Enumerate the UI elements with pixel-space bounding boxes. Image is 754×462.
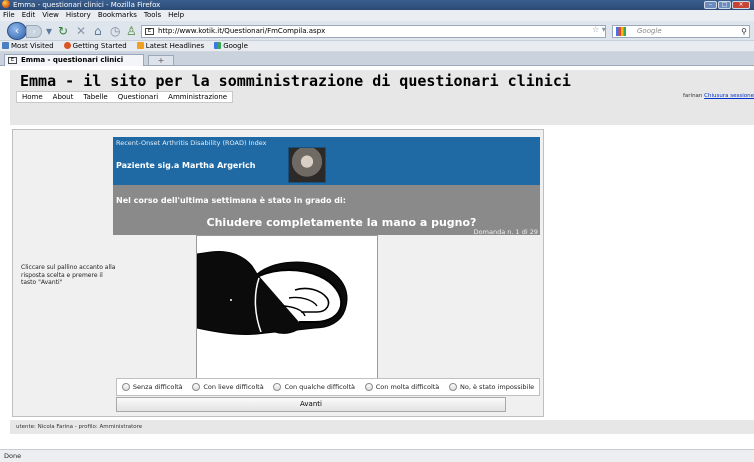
- bookmark-most-visited[interactable]: Most Visited: [2, 41, 54, 51]
- patient-photo: [288, 147, 326, 183]
- option-label: No, è stato impossibile: [460, 383, 535, 391]
- window-title: Emma - questionari clinici - Mozilla Fir…: [13, 1, 161, 9]
- site-favicon-icon: E: [8, 57, 17, 64]
- firefox-icon: [63, 42, 71, 49]
- minimize-button[interactable]: –: [704, 1, 717, 9]
- home-icon[interactable]: ⌂: [94, 24, 102, 38]
- option-qualche-difficolta[interactable]: Con qualche difficoltà: [273, 383, 355, 391]
- bookmark-getting-started[interactable]: Getting Started: [63, 41, 127, 51]
- radio-button[interactable]: [449, 383, 458, 391]
- rss-icon: [136, 42, 144, 49]
- bookmark-label: Latest Headlines: [145, 42, 205, 50]
- stop-icon[interactable]: ✕: [76, 24, 86, 38]
- question-body: Nel corso dell'ultima settimana è stato …: [113, 185, 540, 236]
- radio-button[interactable]: [273, 383, 282, 391]
- username: farinan: [682, 93, 703, 99]
- google-icon: [616, 27, 626, 36]
- window-controls: – □ ×: [704, 1, 750, 9]
- maximize-button[interactable]: □: [718, 1, 731, 9]
- close-button[interactable]: ×: [732, 1, 750, 9]
- most-visited-icon: [2, 42, 9, 49]
- logout-link[interactable]: Chiusura sessione: [704, 93, 754, 99]
- option-molta-difficolta[interactable]: Con molta difficoltà: [364, 383, 440, 391]
- tab-label: Emma - questionari clinici: [21, 56, 124, 64]
- addons-icon[interactable]: ♙: [126, 24, 137, 38]
- menu-help[interactable]: Help: [168, 10, 184, 21]
- bookmark-label: Getting Started: [72, 42, 127, 50]
- navigation-toolbar: ‹ › ▾ ↻ ✕ ⌂ ◷ ♙ E http://www.kotik.it/Qu…: [0, 21, 754, 41]
- bookmark-label: Most Visited: [11, 42, 54, 50]
- tab-emma[interactable]: E Emma - questionari clinici: [4, 54, 144, 66]
- bookmark-label: Google: [223, 42, 248, 50]
- question-lead: Nel corso dell'ultima settimana è stato …: [116, 196, 346, 205]
- reload-icon[interactable]: ↻: [58, 24, 68, 38]
- menu-bookmarks[interactable]: Bookmarks: [98, 10, 137, 21]
- footer-user-info: utente: Nicola Farina - profilo: Amminis…: [10, 420, 754, 434]
- forward-button[interactable]: ›: [26, 25, 42, 38]
- menu-bar: File Edit View History Bookmarks Tools H…: [0, 10, 754, 21]
- radio-button[interactable]: [121, 383, 130, 391]
- nav-amministrazione[interactable]: Amministrazione: [163, 92, 232, 102]
- option-impossibile[interactable]: No, è stato impossibile: [449, 383, 534, 391]
- back-button[interactable]: ‹: [7, 22, 27, 40]
- next-button[interactable]: Avanti: [116, 397, 506, 412]
- menu-edit[interactable]: Edit: [22, 10, 36, 21]
- new-tab-button[interactable]: +: [148, 55, 174, 65]
- radio-button[interactable]: [192, 383, 201, 391]
- url-text: http://www.kotik.it/Questionari/FmCompil…: [158, 27, 326, 35]
- question-counter: Domanda n. 1 di 29: [473, 228, 538, 236]
- nav-tabelle[interactable]: Tabelle: [78, 92, 112, 102]
- history-icon[interactable]: ◷: [110, 24, 120, 38]
- google-icon: [214, 42, 222, 49]
- page-content: Emma - il sito per la somministrazione d…: [0, 66, 754, 449]
- instructions-text: Cliccare sul pallino accanto alla rispos…: [21, 264, 116, 286]
- radio-button[interactable]: [364, 383, 373, 391]
- firefox-icon: [2, 0, 10, 8]
- menu-view[interactable]: View: [42, 10, 59, 21]
- site-title: Emma - il sito per la somministrazione d…: [20, 72, 571, 90]
- option-senza-difficolta[interactable]: Senza difficoltà: [121, 383, 183, 391]
- menu-file[interactable]: File: [3, 10, 15, 21]
- nav-about[interactable]: About: [48, 92, 79, 102]
- question-box: Recent-Onset Arthritis Disability (ROAD)…: [113, 137, 540, 236]
- hand-fist-drawing: [196, 251, 348, 335]
- bookmark-star-icon[interactable]: ☆ ▾: [592, 25, 606, 34]
- search-icon[interactable]: ⚲: [741, 26, 747, 37]
- site-favicon-icon: E: [145, 28, 154, 35]
- site-nav: Home About Tabelle Questionari Amministr…: [16, 91, 234, 103]
- tab-bar: E Emma - questionari clinici +: [0, 52, 754, 66]
- option-label: Senza difficoltà: [132, 383, 183, 391]
- answer-options: Senza difficoltà Con lieve difficoltà Co…: [116, 378, 540, 396]
- patient-name: Paziente sig.a Martha Argerich: [116, 161, 256, 170]
- user-area: farinan Chiusura sessione: [683, 93, 754, 99]
- questionnaire-panel: Cliccare sul pallino accanto alla rispos…: [12, 129, 544, 417]
- option-label: Con qualche difficoltà: [284, 383, 356, 391]
- nav-home[interactable]: Home: [17, 92, 48, 102]
- bookmarks-toolbar: Most Visited Getting Started Latest Head…: [0, 41, 754, 52]
- status-bar: Done: [0, 449, 754, 462]
- search-input[interactable]: Google ⚲: [612, 25, 750, 38]
- option-label: Con lieve difficoltà: [203, 383, 264, 391]
- dropdown-arrow-icon[interactable]: ▾: [46, 24, 52, 38]
- search-placeholder: Google: [637, 27, 662, 35]
- menu-history[interactable]: History: [66, 10, 91, 21]
- bookmark-google[interactable]: Google: [214, 41, 248, 51]
- nav-questionari[interactable]: Questionari: [113, 92, 163, 102]
- question-header: Recent-Onset Arthritis Disability (ROAD)…: [113, 137, 540, 185]
- site-header: Emma - il sito per la somministrazione d…: [10, 70, 754, 125]
- option-label: Con molta difficoltà: [375, 383, 440, 391]
- menu-tools[interactable]: Tools: [144, 10, 161, 21]
- bookmark-latest-headlines[interactable]: Latest Headlines: [136, 41, 205, 51]
- hand-fist-illustration: [196, 235, 378, 381]
- window-titlebar: Emma - questionari clinici - Mozilla Fir…: [0, 0, 754, 10]
- url-bar[interactable]: E http://www.kotik.it/Questionari/FmComp…: [141, 25, 606, 38]
- index-name: Recent-Onset Arthritis Disability (ROAD)…: [116, 139, 267, 147]
- option-lieve-difficolta[interactable]: Con lieve difficoltà: [192, 383, 264, 391]
